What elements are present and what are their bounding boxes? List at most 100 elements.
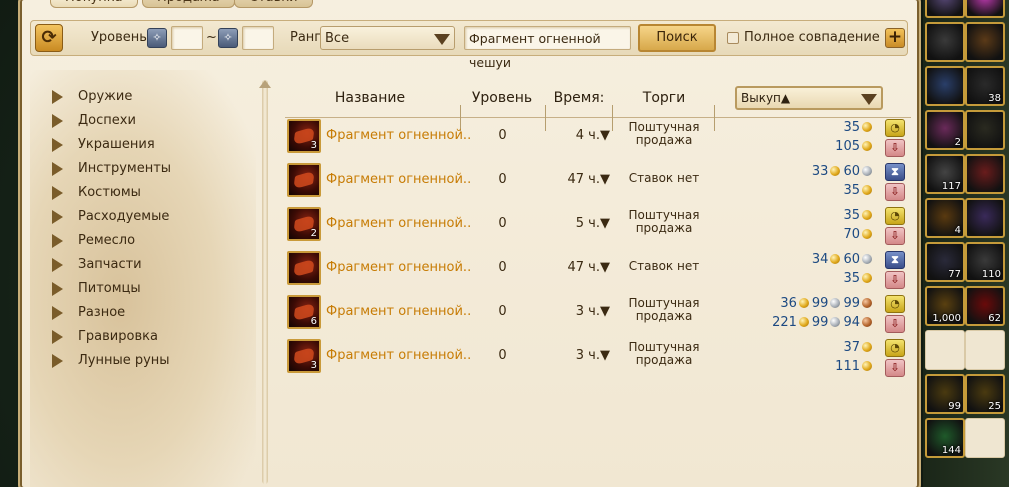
trade-type: Поштучная продажа [628,120,700,147]
inventory-slot[interactable] [965,22,1005,62]
level-max-icon[interactable]: ✧ [218,28,238,48]
bid-gold-amount: 36 [780,296,797,311]
bid-button[interactable]: ⧗ [885,163,905,181]
bid-button[interactable]: ◔ [885,119,905,137]
rank-select[interactable]: Все [320,26,455,50]
category-item[interactable]: Питомцы [52,278,141,300]
search-button[interactable]: Поиск [638,24,716,52]
buyout-button[interactable]: ⇩ [885,271,905,289]
item-name[interactable]: Фрагмент огненной.. [326,348,471,363]
add-filter-button[interactable]: + [885,28,905,48]
bid-silver-amount: 60 [843,164,860,179]
exact-match-checkbox[interactable] [727,32,739,44]
bid-button[interactable]: ◔ [885,207,905,225]
inventory-slot-empty[interactable] [925,330,965,370]
inventory-slot[interactable] [965,198,1005,238]
category-item[interactable]: Костюмы [52,182,141,204]
tab-purchase[interactable]: Покупка [50,0,138,8]
item-name[interactable]: Фрагмент огненной.. [326,304,471,319]
inventory-slot[interactable]: 2 [925,110,965,150]
buyout-button[interactable]: ⇩ [885,183,905,201]
column-header-level[interactable]: Уровень [462,88,542,108]
search-input[interactable]: Фрагмент огненной чешуи [464,26,631,70]
buyout-button[interactable]: ⇩ [885,139,905,157]
bid-price: 35 [843,119,875,137]
inventory-slot[interactable]: 77 [925,242,965,282]
bid-button[interactable]: ⧗ [885,251,905,269]
inventory-slot[interactable]: 4 [925,198,965,238]
inventory-panel: 38 2 117 4 77 110 1,000 62 99 25 144 [923,0,1009,487]
plus-icon: + [887,27,903,47]
buyout-button[interactable]: ⇩ [885,315,905,333]
chevron-down-icon [861,94,877,105]
item-icon[interactable]: 2 [287,207,321,241]
item-icon[interactable]: 3 [287,119,321,153]
refresh-button[interactable]: ⟳ [35,24,63,52]
download-arrow-icon: ⇩ [890,273,900,286]
inventory-slot[interactable] [925,0,965,18]
category-item[interactable]: Оружие [52,86,132,108]
inventory-slot[interactable] [925,22,965,62]
inventory-slot[interactable] [965,110,1005,150]
inventory-slot[interactable] [965,0,1005,18]
table-row[interactable]: Фрагмент огненной.. 0 47 ч.▼ Ставок нет … [285,247,911,291]
table-row[interactable]: 3 Фрагмент огненной.. 0 3 ч.▼ Поштучная … [285,335,911,379]
time-left: 3 ч.▼ [575,348,610,363]
table-row[interactable]: 3 Фрагмент огненной.. 0 4 ч.▼ Поштучная … [285,115,911,159]
buyout-button[interactable]: ⇩ [885,227,905,245]
level-min-icon[interactable]: ✧ [147,28,167,48]
category-item[interactable]: Разное [52,302,125,324]
category-item[interactable]: Запчасти [52,254,142,276]
item-name[interactable]: Фрагмент огненной.. [326,216,471,231]
sidebar-scrollbar[interactable] [259,80,271,484]
inventory-slot[interactable]: 99 [925,374,965,414]
inventory-slot[interactable]: 1,000 [925,286,965,326]
gold-coin-icon [862,210,872,220]
expand-arrow-icon [52,210,63,224]
inventory-slot[interactable]: 117 [925,154,965,194]
chevron-down-icon [434,34,450,45]
item-icon[interactable]: 6 [287,295,321,329]
category-item[interactable]: Лунные руны [52,350,170,372]
bid-button[interactable]: ◔ [885,295,905,313]
item-icon[interactable] [287,163,321,197]
inventory-slot[interactable]: 144 [925,418,965,458]
item-name[interactable]: Фрагмент огненной.. [326,260,471,275]
scroll-up-icon[interactable] [259,80,271,88]
bid-button[interactable]: ◔ [885,339,905,357]
column-header-trade[interactable]: Торги [614,88,714,108]
buyout-price: 70 [843,226,875,244]
category-item[interactable]: Доспехи [52,110,136,132]
table-row[interactable]: Фрагмент огненной.. 0 47 ч.▼ Ставок нет … [285,159,911,203]
inventory-slot[interactable]: 110 [965,242,1005,282]
level-min-input[interactable] [171,26,203,50]
inventory-slot[interactable] [925,66,965,106]
item-quantity: 6 [310,316,317,327]
column-header-time[interactable]: Время: [548,88,610,108]
category-item[interactable]: Гравировка [52,326,158,348]
inventory-slot[interactable]: 62 [965,286,1005,326]
buyout-gold-amount: 70 [843,227,860,242]
inventory-slot[interactable]: 38 [965,66,1005,106]
table-row[interactable]: 2 Фрагмент огненной.. 0 5 ч.▼ Поштучная … [285,203,911,247]
expand-arrow-icon [52,306,63,320]
tab-sell[interactable]: Продажа [142,0,235,8]
category-item[interactable]: Инструменты [52,158,171,180]
buyout-button[interactable]: ⇩ [885,359,905,377]
item-icon[interactable]: 3 [287,339,321,373]
category-item[interactable]: Расходуемые [52,206,169,228]
item-name[interactable]: Фрагмент огненной.. [326,128,471,143]
table-row[interactable]: 6 Фрагмент огненной.. 0 3 ч.▼ Поштучная … [285,291,911,335]
inventory-slot[interactable] [965,154,1005,194]
tab-bids[interactable]: Ставки [234,0,313,8]
column-header-name[interactable]: Название [320,88,420,108]
item-icon[interactable] [287,251,321,285]
inventory-slot-empty[interactable] [965,418,1005,458]
category-item[interactable]: Ремесло [52,230,135,252]
level-max-input[interactable] [242,26,274,50]
item-name[interactable]: Фрагмент огненной.. [326,172,471,187]
buyout-sort-select[interactable]: Выкуп▲ [735,86,883,110]
inventory-slot-empty[interactable] [965,330,1005,370]
category-item[interactable]: Украшения [52,134,155,156]
inventory-slot[interactable]: 25 [965,374,1005,414]
